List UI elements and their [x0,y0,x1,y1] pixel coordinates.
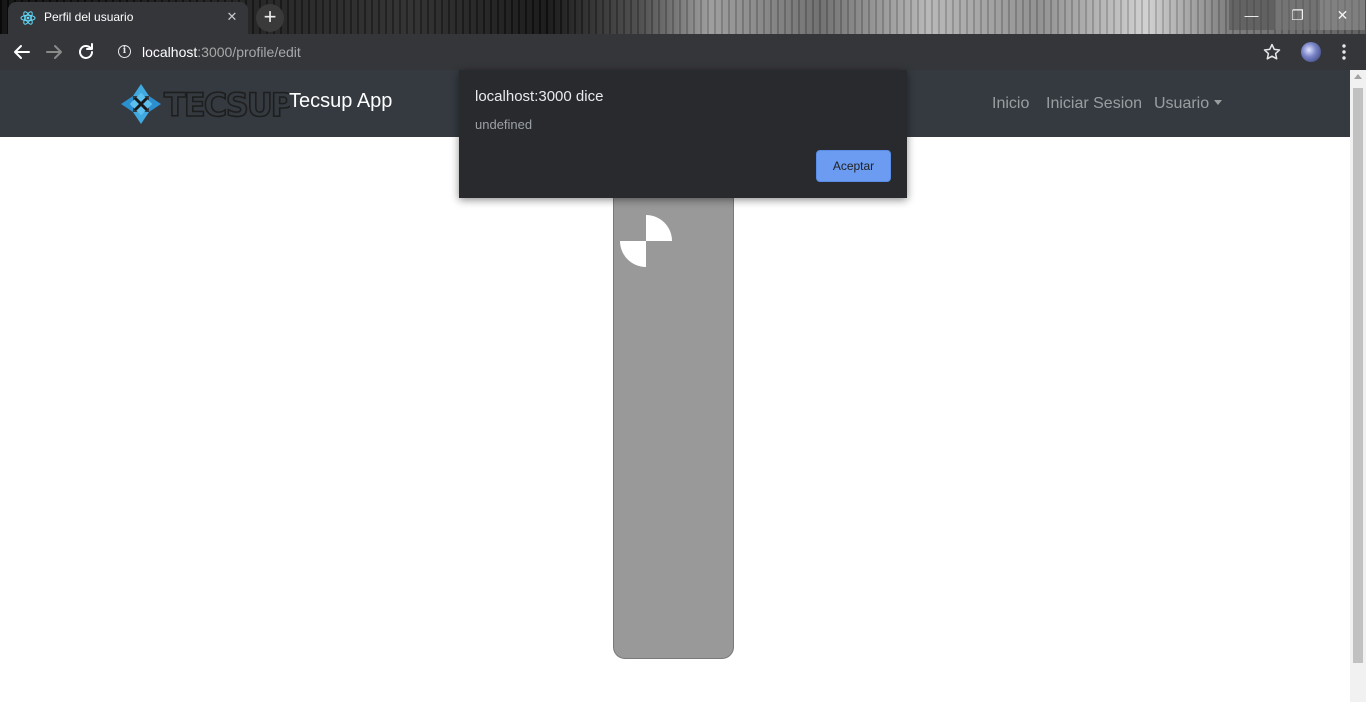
bookmark-star-icon[interactable] [1262,42,1282,62]
scroll-up-arrow-icon[interactable] [1354,74,1362,79]
nav-link-inicio[interactable]: Inicio [992,95,1029,113]
react-favicon-icon [20,11,36,25]
url-text[interactable]: localhost:3000/profile/edit [142,44,301,60]
svg-text:TECSUP: TECSUP [164,86,290,124]
window-minimize-button[interactable]: — [1229,0,1274,30]
page-scrollbar[interactable] [1350,70,1366,702]
reload-icon [79,43,93,59]
site-info-icon[interactable]: i [118,45,131,58]
brand-title[interactable]: Tecsup App [289,90,392,113]
tab-close-icon[interactable]: ✕ [224,9,240,25]
alert-dialog: localhost:3000 dice undefined Aceptar [459,70,907,198]
dialog-message: undefined [475,117,533,132]
url-host: localhost [142,44,198,60]
url-path: :3000/profile/edit [197,44,301,60]
address-bar[interactable]: i localhost:3000/profile/edit [108,39,1294,65]
dialog-accept-button[interactable]: Aceptar [816,150,891,182]
back-arrow-icon [14,45,30,59]
broken-image-placeholder-icon [620,215,672,267]
profile-avatar[interactable] [1301,42,1321,62]
caret-down-icon [1214,100,1223,105]
scrollbar-thumb[interactable] [1353,88,1363,663]
new-tab-button[interactable]: + [256,4,284,32]
browser-toolbar: i localhost:3000/profile/edit [0,34,1366,70]
window-close-button[interactable]: ✕ [1320,0,1365,30]
forward-button[interactable] [42,40,66,64]
tab-title: Perfil del usuario [44,10,134,24]
reload-button[interactable] [74,40,98,64]
window-restore-button[interactable]: ❐ [1275,0,1320,30]
nav-dropdown-usuario[interactable]: Usuario [1154,95,1223,113]
nav-link-iniciar-sesion[interactable]: Iniciar Sesion [1046,95,1142,113]
nav-dropdown-label: Usuario [1154,95,1210,112]
chrome-menu-icon[interactable] [1334,42,1354,62]
dialog-title: localhost:3000 dice [475,88,604,105]
back-button[interactable] [10,40,34,64]
browser-tab-active[interactable]: Perfil del usuario ✕ [8,2,248,34]
tecsup-logo[interactable]: TECSUP [120,83,290,125]
forward-arrow-icon [46,45,62,59]
profile-card [613,185,734,659]
